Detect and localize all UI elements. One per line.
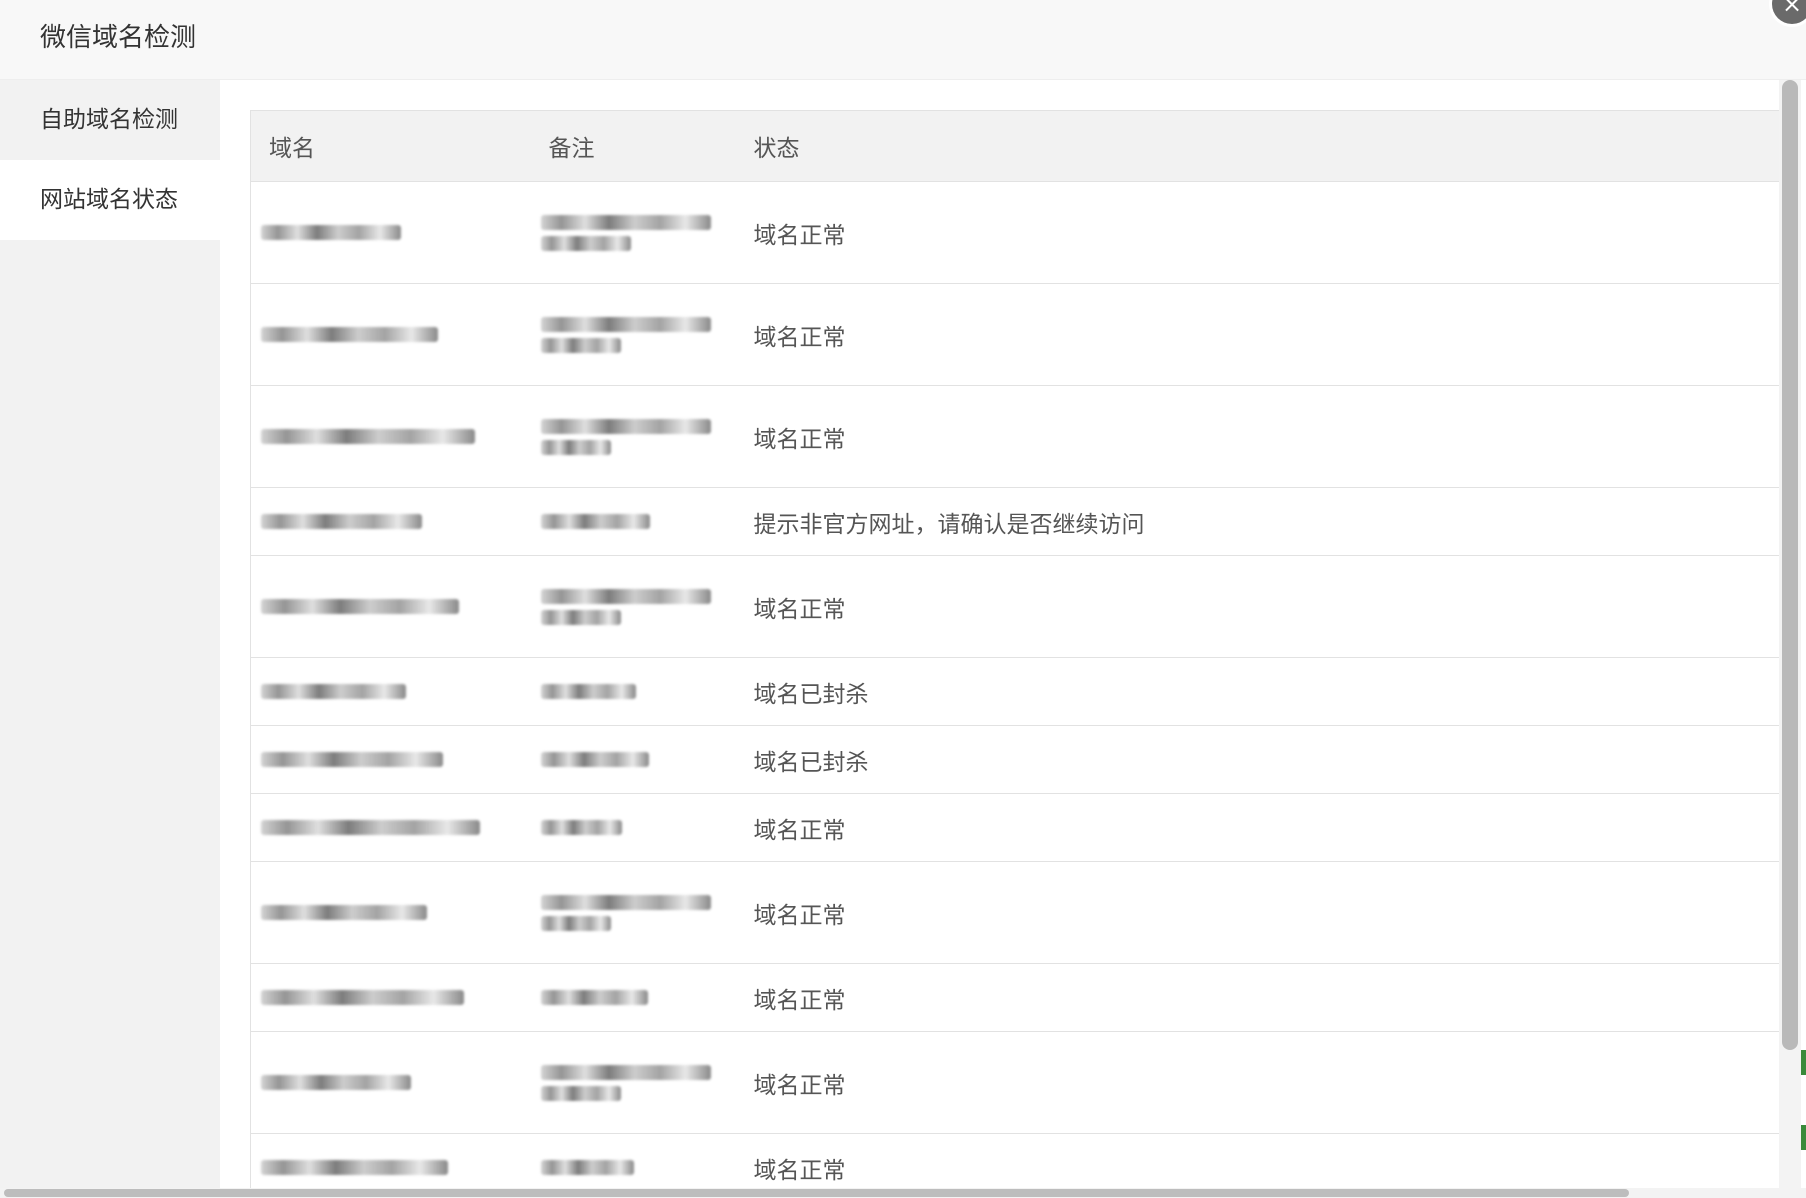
remark-cell xyxy=(530,657,736,726)
horizontal-scrollbar[interactable] xyxy=(0,1188,1806,1198)
redacted-remark xyxy=(540,513,650,529)
remark-cell xyxy=(530,1031,736,1134)
redacted-remark xyxy=(540,751,649,767)
dialog-title: 微信域名检测 xyxy=(40,23,197,53)
domain-cell xyxy=(250,657,531,726)
table-row: 域名已封杀 xyxy=(250,657,1780,726)
domain-cell xyxy=(250,725,531,794)
redacted-remark xyxy=(540,609,621,625)
domain-cell xyxy=(250,1133,531,1190)
table-row: 提示非官方网址，请确认是否继续访问 xyxy=(250,487,1780,556)
redacted-remark xyxy=(540,683,636,699)
status-cell: 域名正常 xyxy=(735,963,1780,1032)
redacted-remark xyxy=(540,1085,621,1101)
status-cell: 域名正常 xyxy=(735,181,1780,284)
redacted-remark xyxy=(540,235,631,251)
domain-status-table: 域名 备注 状态 域名正常 域名正常 域名正常 提示非官方网址，请确认是否继续访问 域名… xyxy=(250,110,1780,1190)
remark-cell xyxy=(530,181,736,284)
remark-cell xyxy=(530,283,736,386)
redacted-domain xyxy=(261,598,459,614)
redacted-remark xyxy=(540,418,711,434)
redacted-remark xyxy=(540,819,622,835)
status-cell: 提示非官方网址，请确认是否继续访问 xyxy=(735,487,1780,556)
table-body: 域名正常 域名正常 域名正常 提示非官方网址，请确认是否继续访问 域名正常 域名已封杀 域名… xyxy=(250,181,1780,1190)
content-panel: 域名 备注 状态 域名正常 域名正常 域名正常 提示非官方网址，请确认是否继续访问 域名… xyxy=(220,80,1780,1190)
redacted-remark xyxy=(540,1159,634,1175)
status-cell: 域名正常 xyxy=(735,283,1780,386)
domain-cell xyxy=(250,555,531,658)
redacted-domain xyxy=(261,819,480,835)
redacted-domain xyxy=(261,751,443,767)
domain-cell xyxy=(250,487,531,556)
redacted-domain xyxy=(261,428,475,444)
remark-cell xyxy=(530,963,736,1032)
tab-sidebar: 自助域名检测 网站域名状态 xyxy=(0,80,220,1198)
status-cell: 域名正常 xyxy=(735,1031,1780,1134)
table-row: 域名正常 xyxy=(250,1031,1780,1134)
redacted-domain xyxy=(261,683,406,699)
table-row: 域名已封杀 xyxy=(250,725,1780,794)
domain-cell xyxy=(250,861,531,964)
remark-cell xyxy=(530,385,736,488)
status-cell: 域名已封杀 xyxy=(735,657,1780,726)
vertical-scrollbar[interactable] xyxy=(1779,80,1801,1190)
domain-cell xyxy=(250,385,531,488)
status-cell: 域名正常 xyxy=(735,555,1780,658)
remark-cell xyxy=(530,1133,736,1190)
edge-marker xyxy=(1801,1050,1806,1075)
redacted-remark xyxy=(540,588,711,604)
table-row: 域名正常 xyxy=(250,283,1780,386)
status-cell: 域名正常 xyxy=(735,1133,1780,1190)
redacted-remark xyxy=(540,915,611,931)
remark-cell xyxy=(530,793,736,862)
domain-cell xyxy=(250,181,531,284)
redacted-remark xyxy=(540,894,711,910)
domain-cell xyxy=(250,1031,531,1134)
status-cell: 域名正常 xyxy=(735,385,1780,488)
tab-self-check[interactable]: 自助域名检测 xyxy=(0,80,220,160)
redacted-domain xyxy=(261,513,422,529)
table-row: 域名正常 xyxy=(250,181,1780,284)
horizontal-scroll-thumb[interactable] xyxy=(4,1189,1629,1197)
domain-cell xyxy=(250,963,531,1032)
redacted-domain xyxy=(261,904,427,920)
remark-cell xyxy=(530,725,736,794)
domain-cell xyxy=(250,283,531,386)
redacted-domain xyxy=(261,1159,448,1175)
redacted-domain xyxy=(261,224,401,240)
redacted-remark xyxy=(540,989,648,1005)
redacted-domain xyxy=(261,1074,411,1090)
redacted-domain xyxy=(261,326,438,342)
status-cell: 域名已封杀 xyxy=(735,725,1780,794)
redacted-remark xyxy=(540,316,711,332)
table-row: 域名正常 xyxy=(250,861,1780,964)
edge-marker xyxy=(1801,1125,1806,1150)
vertical-scroll-thumb[interactable] xyxy=(1782,80,1798,1050)
column-header-remark: 备注 xyxy=(530,110,736,182)
tab-site-domain-status[interactable]: 网站域名状态 xyxy=(0,160,220,240)
status-cell: 域名正常 xyxy=(735,793,1780,862)
table-row: 域名正常 xyxy=(250,1133,1780,1190)
redacted-remark xyxy=(540,214,711,230)
status-cell: 域名正常 xyxy=(735,861,1780,964)
redacted-domain xyxy=(261,989,464,1005)
column-header-status: 状态 xyxy=(735,110,1780,182)
redacted-remark xyxy=(540,337,621,353)
column-header-domain: 域名 xyxy=(250,110,531,182)
remark-cell xyxy=(530,861,736,964)
table-header-row: 域名 备注 状态 xyxy=(250,110,1780,182)
redacted-remark xyxy=(540,439,611,455)
dialog-header: 微信域名检测 xyxy=(0,0,1806,80)
remark-cell xyxy=(530,555,736,658)
domain-cell xyxy=(250,793,531,862)
redacted-remark xyxy=(540,1064,711,1080)
table-row: 域名正常 xyxy=(250,385,1780,488)
table-row: 域名正常 xyxy=(250,963,1780,1032)
table-row: 域名正常 xyxy=(250,555,1780,658)
remark-cell xyxy=(530,487,736,556)
table-row: 域名正常 xyxy=(250,793,1780,862)
